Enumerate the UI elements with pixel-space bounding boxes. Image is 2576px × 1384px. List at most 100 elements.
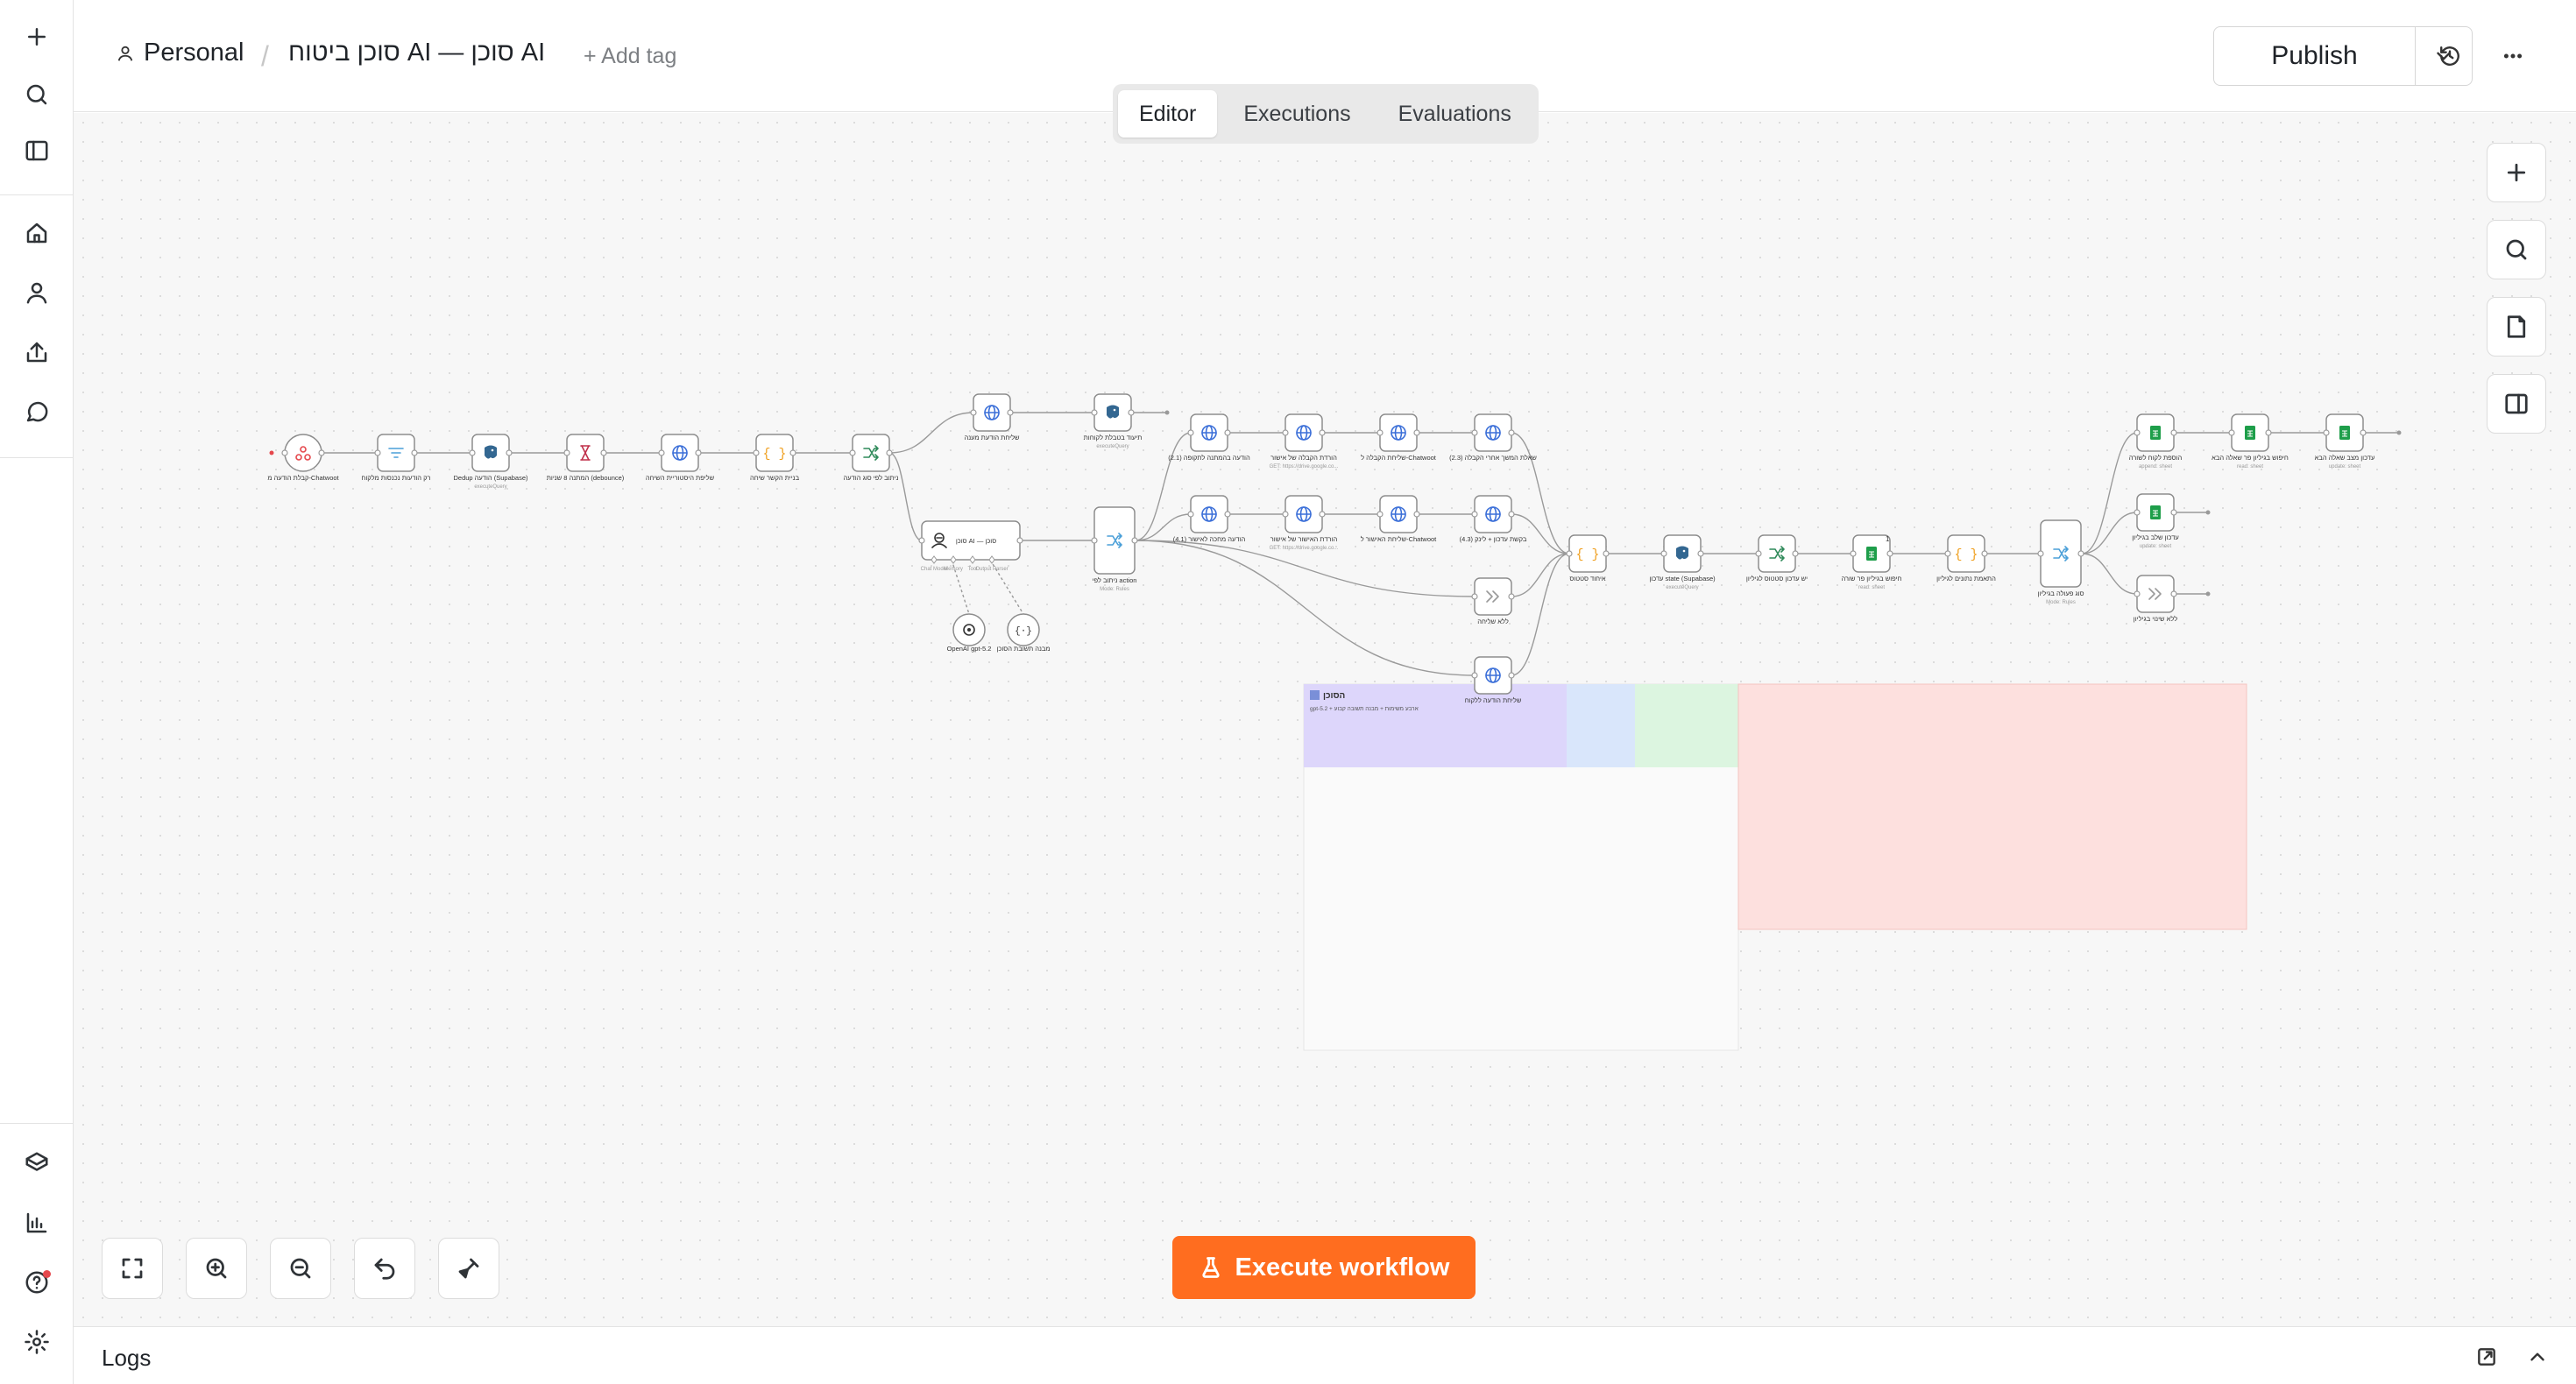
svg-text:{ }: { } [1575,547,1599,562]
panel-right-icon [2505,393,2528,414]
history-button[interactable] [2432,39,2467,74]
add-tag-button[interactable]: + Add tag [584,44,676,69]
execute-workflow-button[interactable]: Execute workflow [1172,1236,1476,1299]
workflow-node[interactable]: OpenAI gpt-5.2 [947,613,992,653]
workflow-canvas[interactable]: הסוכן gpt-5.2 + ארבע משימות + מבנה תשובה… [74,113,2576,1326]
add-icon[interactable] [19,19,54,54]
settings-icon[interactable] [19,1324,54,1359]
node-title: שליחת הודעה ללקוח [1465,696,1522,704]
connection-line[interactable] [2081,432,2138,554]
templates-icon[interactable] [19,1146,54,1181]
workflow-name[interactable]: סוכן ביטוח AI — סוכן AI [288,39,545,67]
search-nodes-button[interactable] [2487,220,2546,279]
zoom-out-button[interactable] [270,1238,331,1299]
insights-icon[interactable] [19,1205,54,1240]
expand-logs-button[interactable] [2523,1343,2551,1371]
open-endpoint[interactable] [1164,410,1170,415]
connection-line[interactable] [2081,553,2138,595]
workflow-node[interactable]: שליחת האישור ל-Chatwoot [1361,495,1437,543]
help-icon[interactable] [19,1265,54,1300]
connection-line[interactable] [888,412,974,454]
workflow-node[interactable]: רק הודעות נכנסות מלקוח [361,434,431,482]
workflow-node[interactable]: עדכון מצב שאלה הבא update: sheet [2315,413,2375,470]
tab-editor[interactable]: Editor [1118,90,1218,138]
connection-line[interactable] [1511,553,1570,597]
workflow-node[interactable]: בקשת עדכון + לינק (4.3) [1460,495,1527,543]
workflow-node[interactable]: הורדת הקבלה של אישור GET: https://drive.g… [1270,413,1339,470]
workflow-node[interactable]: ניתוב לפי סוג הודעה [844,434,899,482]
workflow-node[interactable]: שליחת הקבלה ל-Chatwoot [1361,413,1437,462]
breadcrumb-separator: / [261,40,269,72]
workflow-node[interactable]: { } בניית הקשר שיחה [750,434,800,482]
toggle-panel-button[interactable] [2487,374,2546,434]
node-title: התאמת נתונים לגיליון [1936,575,1996,583]
node-subtitle: read: sheet [1858,585,1885,590]
tidy-up-button[interactable] [438,1238,499,1299]
share-icon[interactable] [19,335,54,370]
workflow-node[interactable]: יש עדכון סטטוס לגיליון [1746,534,1808,583]
workflow-node[interactable]: שליפת היסטוריית השיחה [646,434,715,482]
workflow-node[interactable]: סוג פעולה בגיליון Mode: Rules [2037,519,2084,605]
svg-text:{·}: {·} [1015,626,1032,637]
node-title: רק הודעות נכנסות מלקוח [361,474,430,482]
workflow-node[interactable]: עדכון שלב בגיליון update: sheet [2132,493,2179,549]
search-icon[interactable] [19,77,54,112]
connection-line[interactable] [1511,513,1570,554]
svg-text:{ }: { } [1954,547,1978,562]
node-title: Dedup הודעה (Supabase) [453,474,528,482]
user-icon[interactable] [19,275,54,310]
breadcrumb-project[interactable]: Personal [116,39,244,67]
home-icon[interactable] [19,215,54,251]
undo-icon [374,1258,395,1280]
connection-line[interactable] [2081,512,2138,554]
workflow-node[interactable]: ניתוב לפי action Mode: Rules [1091,506,1138,592]
nodes: קבלת הודעה מ-Chatwoot רק הודעות נכנסות מל… [267,393,2375,704]
workflow-node[interactable]: חיפוש בגיליון פר שורה read: sheet [1842,534,1902,590]
workflow-node[interactable]: ללא שליחה [1471,577,1515,625]
workflow-node[interactable]: הוספת לקוח לשורה append: sheet [2129,413,2183,470]
workflow-node[interactable]: הורדת האישור של אישור GET: https://drive.… [1270,495,1339,551]
node-title: איחוד סטטוס [1569,575,1606,583]
logs-panel[interactable]: Logs [74,1326,2576,1384]
node-title: הורדת הקבלה של אישור [1270,454,1337,462]
open-endpoint[interactable] [2205,591,2211,597]
workflow-node[interactable]: תיעוד בטבלת לקוחות executeQuery [1084,393,1143,449]
undo-button[interactable] [354,1238,415,1299]
open-endpoint[interactable] [2396,430,2402,435]
pop-out-logs-button[interactable] [2473,1343,2501,1371]
workflow-node[interactable]: חיפוש בגיליון פר שאלה הבא read: sheet [2212,413,2289,470]
tab-executions[interactable]: Executions [1222,90,1371,138]
workflow-node[interactable]: הודעה מחכה לאישור (4.1) [1173,495,1246,543]
workflow-node[interactable]: שליחת הודעת מענה [964,393,1020,441]
node-title: בניית הקשר שיחה [750,474,800,482]
add-sticky-button[interactable] [2487,297,2546,357]
fit-view-button[interactable] [102,1238,163,1299]
workflow-node[interactable]: { } התאמת נתונים לגיליון [1936,534,1996,583]
node-title: שליחת הקבלה ל-Chatwoot [1361,454,1437,462]
workflow-node[interactable]: {·} מבנה תשובת הסוכן [996,613,1051,653]
workflow-node[interactable]: Dedup הודעה (Supabase) executeQuery [453,434,528,490]
workflow-node[interactable]: עדכון state (Supabase) executeQuery [1649,534,1716,590]
rail-divider [0,194,74,195]
open-endpoint[interactable] [2205,510,2211,515]
workflow-node[interactable]: קבלת הודעה מ-Chatwoot [267,434,340,482]
workflow-node[interactable]: שאלת המשך אחרי הקבלה (2.3) [1449,413,1537,462]
workflow-node[interactable]: ללא שינוי בגיליון [2134,575,2177,623]
chat-icon[interactable] [19,394,54,429]
sticky-note[interactable]: הסוכן gpt-5.2 + ארבע משימות + מבנה תשובה… [1303,683,2247,1051]
add-node-button[interactable] [2487,143,2546,202]
zoom-in-button[interactable] [186,1238,247,1299]
sidebar-toggle-icon[interactable] [19,133,54,168]
workflow-node[interactable]: שליחת הודעה ללקוח [1465,656,1522,704]
connection-line[interactable] [888,452,923,541]
workflow-node[interactable]: { } איחוד סטטוס [1566,534,1610,583]
publish-button[interactable]: Publish [2214,27,2416,85]
node-subtitle: update: sheet [2329,464,2361,470]
more-options-button[interactable] [2495,39,2530,74]
connection-line[interactable] [1135,540,1476,676]
tab-evaluations[interactable]: Evaluations [1377,90,1532,138]
connection-line[interactable] [1511,553,1570,676]
workflow-node[interactable]: המתנה 8 שניות (debounce) [547,434,625,482]
connection-line[interactable] [1135,432,1192,541]
workflow-node[interactable]: סוכן AI — סוכןChat ModelMemory ToolOutput… [918,520,1023,572]
